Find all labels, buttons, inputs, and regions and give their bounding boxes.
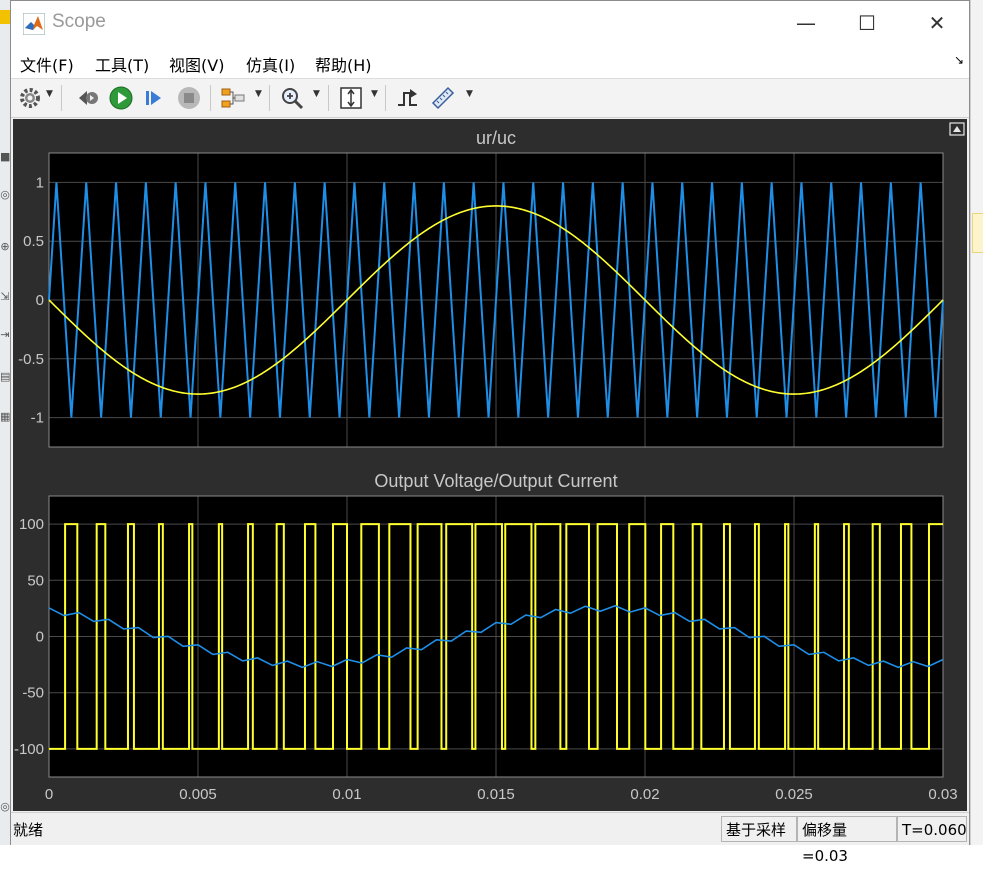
y-tick-label: -50 [22, 685, 44, 702]
x-tick-label: 0.025 [775, 786, 813, 803]
scope-plots: ur/uc 1 0.5 0 -0.5 -1 Output Voltage/Output Cu… [14, 122, 965, 803]
status-offset: 偏移量=0.03 [797, 816, 897, 865]
window-title: Scope [52, 11, 106, 32]
separator [385, 85, 386, 111]
zoom-icon[interactable] [279, 85, 305, 111]
menu-help[interactable]: 帮助(H) [315, 52, 372, 76]
menu-bar: 文件(F) 工具(T) 视图(V) 仿真(I) 帮助(H) [11, 45, 969, 79]
scope-display: ur/uc 1 0.5 0 -0.5 -1 Output Voltage/Output Cu… [13, 119, 967, 811]
matlab-icon [23, 13, 45, 35]
separator [210, 85, 211, 111]
y-tick-label: 1 [36, 174, 44, 191]
close-button[interactable]: ✕ [907, 1, 967, 45]
x-tick-label: 0.005 [179, 786, 217, 803]
step-back-icon[interactable] [75, 85, 101, 111]
background-icon: ◎ [0, 800, 10, 813]
y-tick-label: -100 [14, 741, 44, 758]
measure-icon[interactable] [430, 85, 456, 111]
separator [269, 85, 270, 111]
background-panel [972, 213, 983, 253]
chevron-down-icon[interactable]: ▼ [46, 89, 53, 99]
plot-1: ur/uc 1 0.5 0 -0.5 -1 [18, 128, 944, 448]
run-icon[interactable] [108, 85, 134, 111]
background-app-right-strip [970, 0, 983, 855]
menu-file[interactable]: 文件(F) [20, 52, 74, 76]
x-tick-label: 0.02 [630, 786, 659, 803]
background-icon: ⇥ [0, 328, 10, 341]
scale-axes-icon[interactable] [338, 85, 364, 111]
toolbar: ▼ ▼ ▼ ▼ ▼ [11, 79, 969, 118]
plot-2: Output Voltage/Output Current 100 50 0 -50 -1… [14, 471, 958, 803]
stop-icon[interactable] [176, 85, 202, 111]
background-icon: ▦ [0, 410, 11, 423]
status-time: T=0.060 [897, 816, 967, 842]
background-icon: ■ [0, 150, 11, 163]
x-tick-label: 0.01 [332, 786, 361, 803]
x-tick-label: 0.03 [928, 786, 957, 803]
step-forward-icon[interactable] [141, 85, 167, 111]
menu-tools[interactable]: 工具(T) [95, 52, 149, 76]
y-tick-label: -0.5 [18, 351, 44, 368]
undock-icon[interactable]: ↘ [954, 53, 964, 67]
chevron-down-icon[interactable]: ▼ [255, 89, 262, 99]
maximize-button[interactable]: ☐ [837, 1, 897, 45]
scope-window: Scope — ☐ ✕ 文件(F) 工具(T) 视图(V) 仿真(I) 帮助(H… [10, 0, 970, 865]
y-tick-label: 100 [19, 516, 44, 533]
status-sample-mode: 基于采样 [721, 816, 797, 842]
y-tick-label: 0 [36, 292, 44, 309]
background-icon: ⇲ [0, 290, 10, 303]
background-icon: ◎ [0, 188, 10, 201]
menu-view[interactable]: 视图(V) [169, 52, 224, 76]
chevron-down-icon[interactable]: ▼ [371, 89, 378, 99]
y-tick-label: -1 [31, 410, 44, 427]
separator [61, 85, 62, 111]
triggers-icon[interactable] [395, 85, 421, 111]
status-bar: 就绪 基于采样 偏移量=0.03 T=0.060 [11, 812, 969, 865]
title-bar: Scope — ☐ ✕ [11, 1, 969, 45]
plot-title: ur/uc [476, 128, 516, 148]
y-tick-label: 50 [27, 572, 44, 589]
menu-simulation[interactable]: 仿真(I) [246, 52, 295, 76]
signal-icon[interactable] [220, 85, 246, 111]
minimize-button[interactable]: — [776, 1, 836, 45]
separator [328, 85, 329, 111]
background-icon: ⊕ [0, 240, 10, 253]
x-tick-label: 0.015 [477, 786, 515, 803]
background-icon: ▤ [0, 370, 11, 383]
status-ready: 就绪 [13, 821, 44, 839]
gear-icon[interactable] [17, 85, 43, 111]
undock-plot-icon[interactable] [949, 122, 965, 136]
chevron-down-icon[interactable]: ▼ [313, 89, 320, 99]
x-tick-label: 0 [45, 786, 53, 803]
chevron-down-icon[interactable]: ▼ [466, 89, 473, 99]
background-icon [0, 10, 10, 24]
y-tick-label: 0 [36, 629, 44, 646]
plot-title: Output Voltage/Output Current [374, 471, 617, 491]
y-tick-label: 0.5 [23, 233, 44, 250]
